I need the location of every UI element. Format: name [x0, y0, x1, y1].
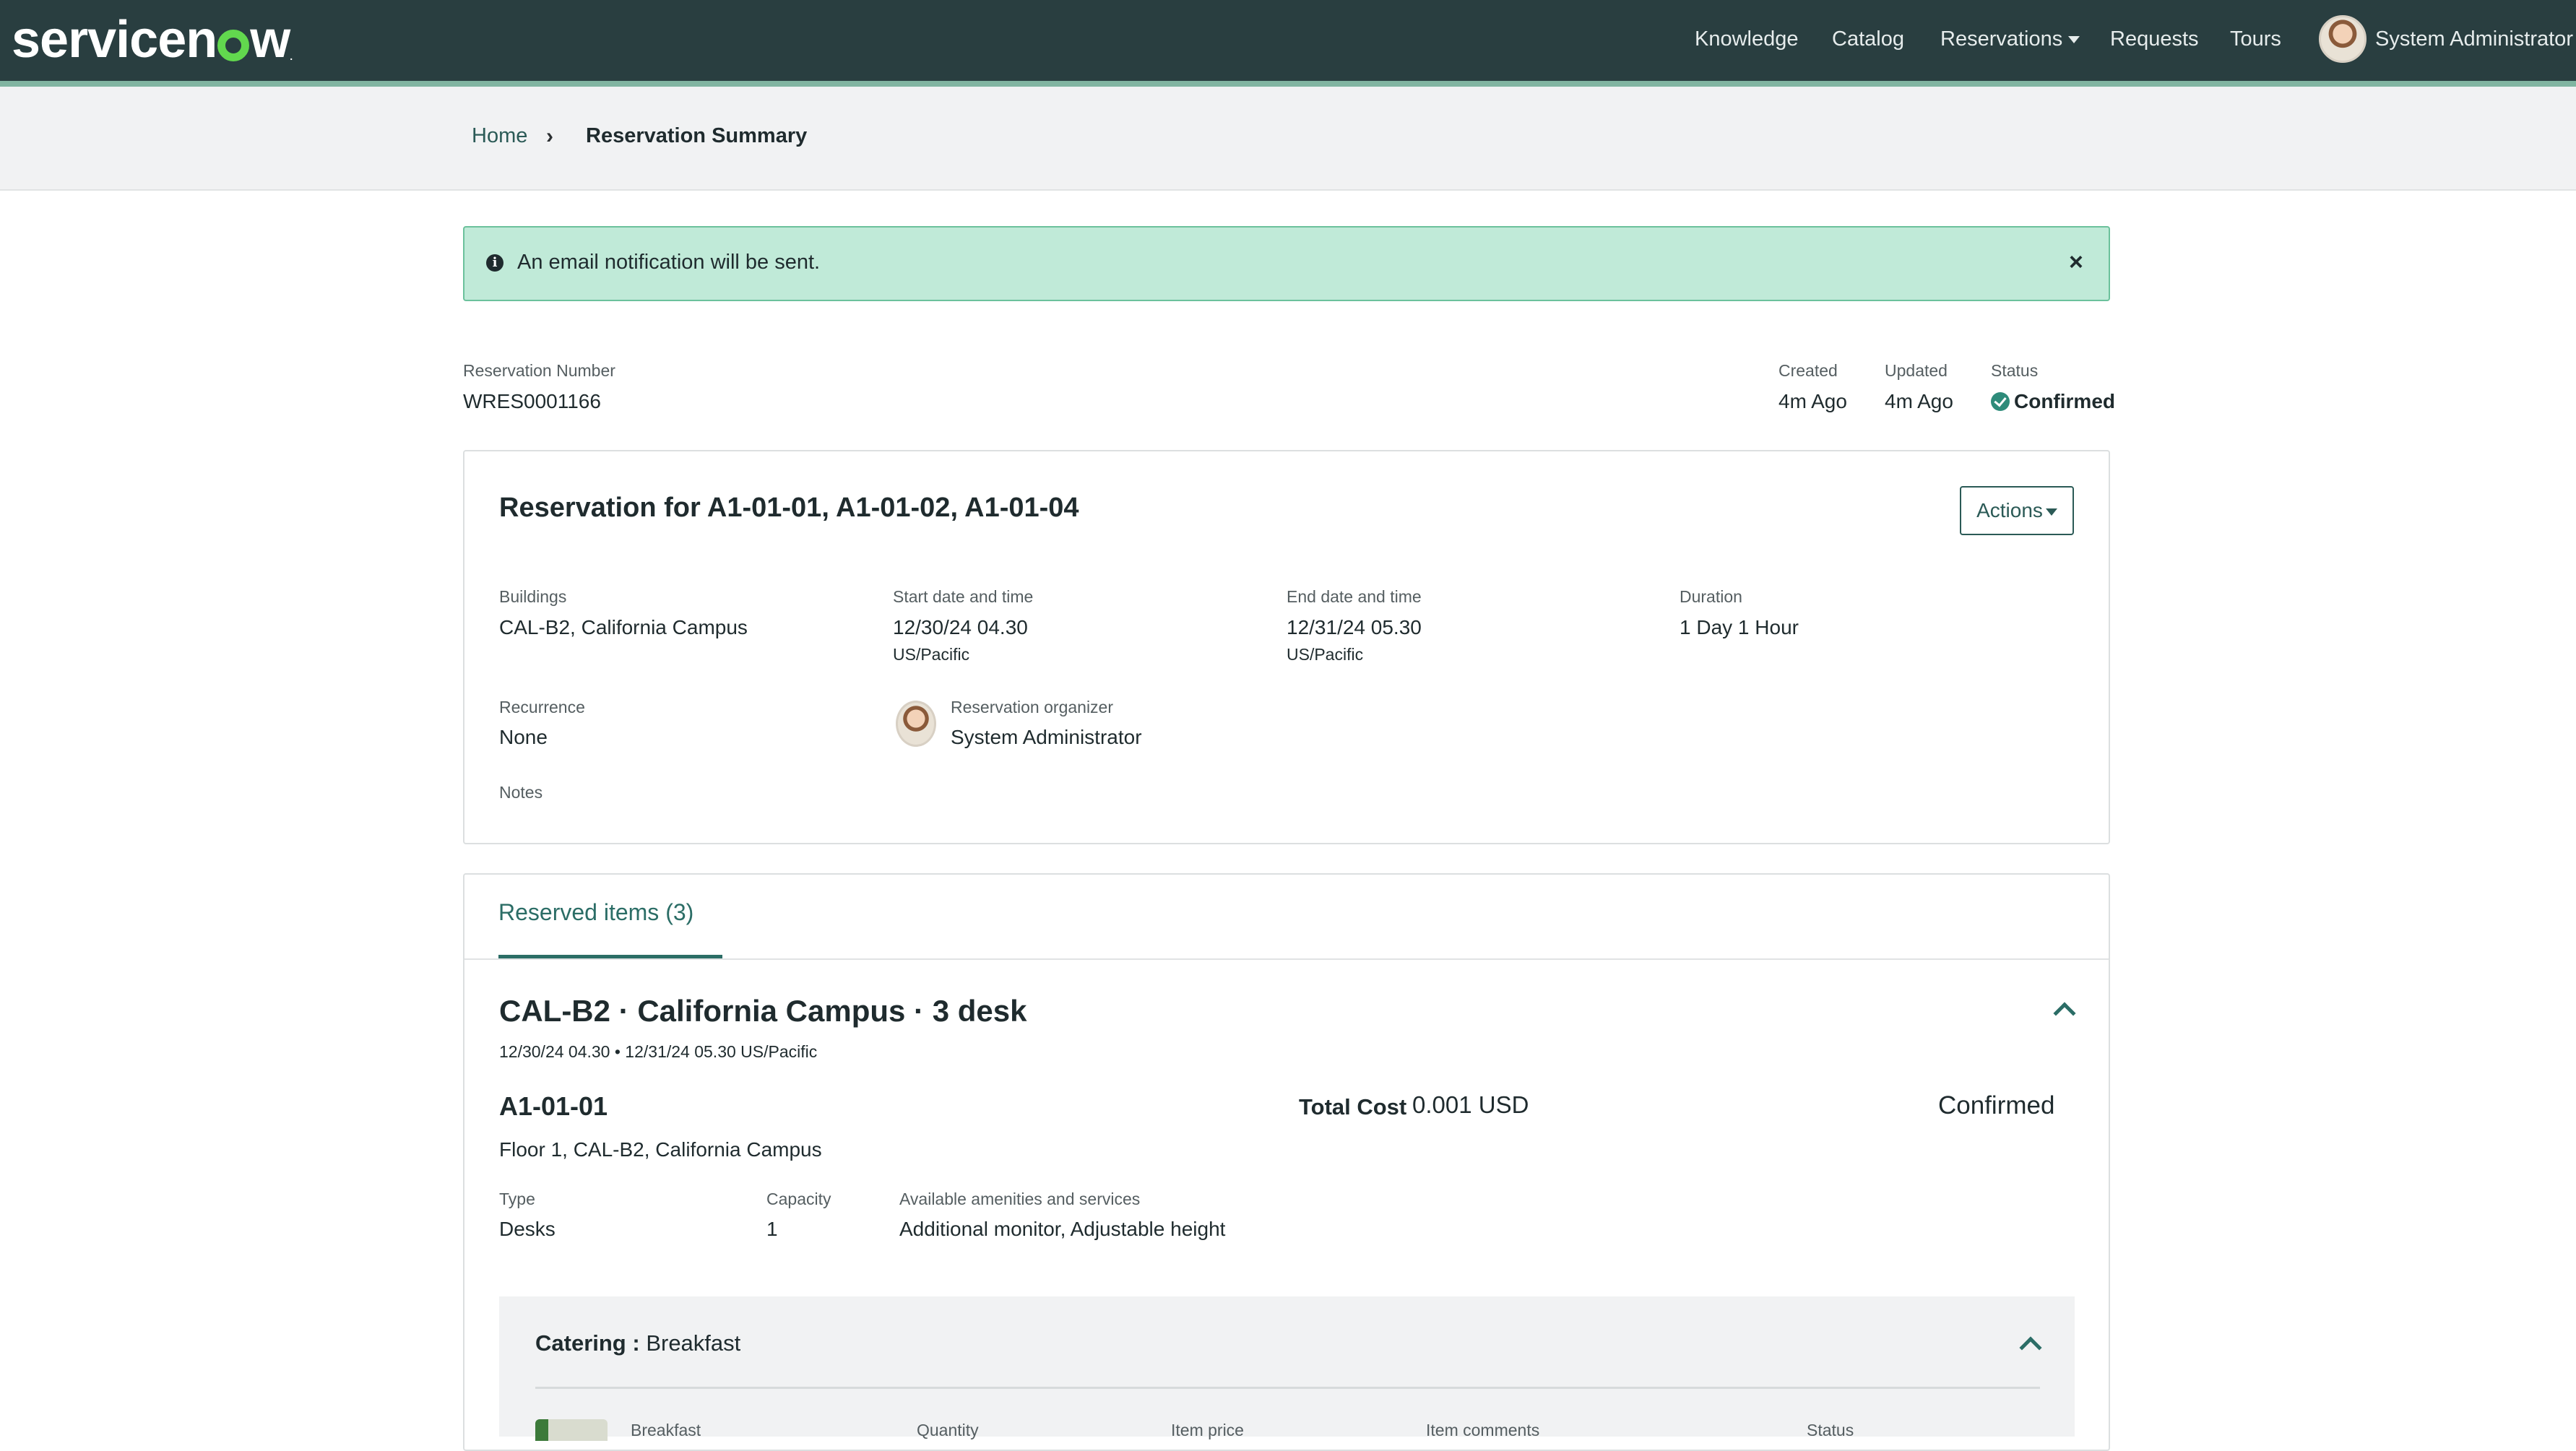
nav-knowledge[interactable]: Knowledge [1695, 25, 1799, 53]
created-label: Created [1778, 361, 1838, 380]
buildings-label: Buildings [499, 587, 567, 606]
breadcrumb-home[interactable]: Home [472, 124, 527, 148]
breakfast-thumbnail [535, 1419, 608, 1441]
user-avatar[interactable] [2319, 15, 2367, 63]
duration-label: Duration [1680, 587, 1742, 606]
close-icon[interactable]: × [2069, 248, 2083, 277]
catering-section [499, 1296, 2075, 1437]
total-cost-label: Total Cost [1299, 1094, 1407, 1119]
catering-label: Catering : [535, 1330, 640, 1356]
buildings-value: CAL-B2, California Campus [499, 616, 748, 638]
status-value: Confirmed [2014, 390, 2115, 412]
column-header-item-comments: Item comments [1426, 1421, 1540, 1439]
reservation-title: Reservation for A1-01-01, A1-01-02, A1-0… [499, 493, 1079, 523]
end-value: 12/31/24 05.30 [1287, 616, 1422, 638]
catering-value: Breakfast [646, 1330, 741, 1356]
info-icon: i [486, 254, 503, 272]
nav-catalog[interactable]: Catalog [1832, 25, 1904, 53]
item-group-title: CAL-B2 · California Campus · 3 desk [499, 994, 1027, 1028]
start-label: Start date and time [893, 587, 1034, 606]
navbar-accent-strip [0, 81, 2576, 87]
servicenow-logo[interactable]: servicen w. [12, 7, 293, 89]
updated-label: Updated [1885, 361, 1948, 380]
end-label: End date and time [1287, 587, 1422, 606]
reservation-number-label: Reservation Number [463, 361, 615, 380]
reservation-number: WRES0001166 [463, 390, 601, 412]
chevron-right-icon: › [546, 124, 553, 148]
item-name: A1-01-01 [499, 1091, 608, 1121]
breadcrumb-current: Reservation Summary [586, 124, 808, 147]
type-value: Desks [499, 1218, 556, 1240]
caret-down-icon [2045, 508, 2057, 516]
duration-value: 1 Day 1 Hour [1680, 616, 1799, 638]
tab-divider [464, 958, 2109, 960]
breadcrumb-bar [0, 87, 2576, 191]
organizer-value: System Administrator [951, 726, 1142, 748]
updated-value: 4m Ago [1885, 390, 1953, 412]
capacity-value: 1 [766, 1218, 778, 1240]
start-timezone: US/Pacific [893, 645, 970, 664]
amenities-label: Available amenities and services [899, 1190, 1141, 1208]
status-label: Status [1991, 361, 2039, 380]
column-header-quantity: Quantity [917, 1421, 979, 1439]
end-timezone: US/Pacific [1287, 645, 1364, 664]
alert-message: An email notification will be sent. [517, 251, 821, 274]
item-status: Confirmed [1938, 1091, 2055, 1119]
capacity-label: Capacity [766, 1190, 831, 1208]
actions-label: Actions [1976, 499, 2043, 521]
nav-reservations[interactable]: Reservations [1940, 25, 2080, 53]
catering-divider [535, 1387, 2040, 1389]
nav-user-name[interactable]: System Administrator [2375, 25, 2573, 53]
tab-reserved-items[interactable]: Reserved items (3) [498, 899, 693, 926]
recurrence-value: None [499, 726, 548, 748]
column-header-breakfast: Breakfast [631, 1421, 701, 1439]
created-value: 4m Ago [1778, 390, 1847, 412]
total-cost-value: 0.001 USD [1412, 1091, 1529, 1118]
actions-button[interactable]: Actions [1960, 486, 2074, 535]
check-circle-icon [1991, 392, 2010, 411]
item-group-dates: 12/30/24 04.30 • 12/31/24 05.30 US/Pacif… [499, 1042, 818, 1061]
caret-down-icon [2068, 36, 2080, 44]
type-label: Type [499, 1190, 535, 1208]
nav-tours[interactable]: Tours [2230, 25, 2281, 53]
organizer-label: Reservation organizer [951, 698, 1114, 716]
recurrence-label: Recurrence [499, 698, 585, 716]
nav-reservations-label: Reservations [1940, 27, 2063, 51]
column-header-status: Status [1807, 1421, 1854, 1439]
catering-header: Catering : Breakfast [535, 1330, 740, 1356]
amenities-value: Additional monitor, Adjustable height [899, 1218, 1226, 1240]
organizer-avatar [896, 701, 936, 747]
column-header-item-price: Item price [1171, 1421, 1244, 1439]
item-location: Floor 1, CAL-B2, California Campus [499, 1138, 822, 1161]
notes-label: Notes [499, 783, 543, 802]
start-value: 12/30/24 04.30 [893, 616, 1028, 638]
status-badge: Confirmed [1991, 390, 2115, 413]
nav-requests[interactable]: Requests [2110, 25, 2199, 53]
